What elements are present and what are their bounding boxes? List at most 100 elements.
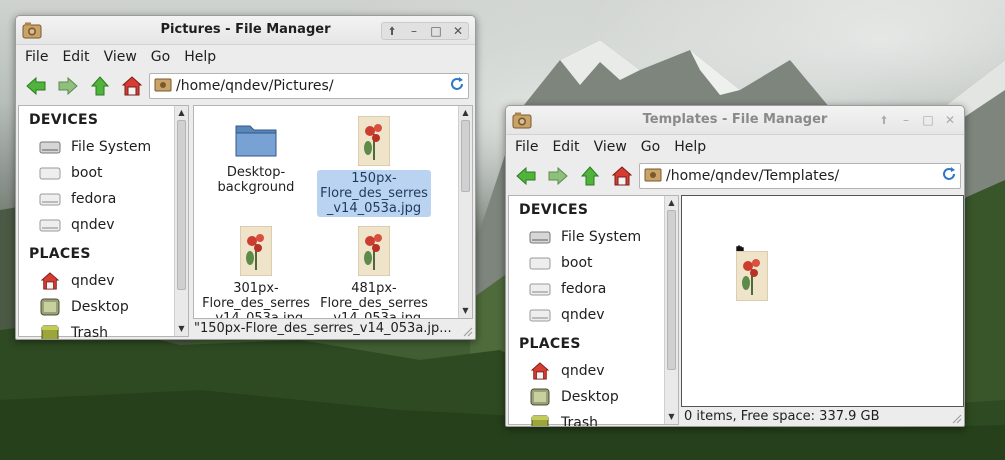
sidebar-item-home[interactable]: qndev: [529, 362, 605, 380]
minimize-button[interactable]: –: [406, 23, 422, 39]
maximize-button[interactable]: □: [428, 23, 444, 39]
sidebar-item-desktop[interactable]: Desktop: [529, 388, 619, 406]
sidebar-item-label: Desktop: [561, 389, 619, 405]
reload-icon[interactable]: [941, 166, 957, 186]
folder-icon: [644, 166, 662, 186]
menu-go[interactable]: Go: [634, 139, 667, 155]
home-button[interactable]: [119, 73, 145, 99]
sidebar-item-fedora[interactable]: fedora: [529, 280, 606, 298]
file-item-image[interactable]: 481px- Flore_des_serres _v14_053a.jpg: [316, 226, 432, 319]
location-path[interactable]: /home/qndev/Pictures/: [176, 78, 449, 94]
menu-view[interactable]: View: [587, 139, 634, 155]
back-icon: [26, 77, 46, 95]
menubar: File Edit View Go Help: [16, 45, 475, 69]
desktop-icon: [39, 298, 61, 316]
sidebar-item-fedora[interactable]: fedora: [39, 190, 116, 208]
back-button[interactable]: [23, 73, 49, 99]
sidebar-item-label: Trash: [71, 325, 108, 340]
home-icon: [122, 76, 142, 96]
sidebar-scrollbar[interactable]: ▲ ▼: [664, 196, 678, 424]
sidebar: DEVICES File System boot fedora qndev PL…: [18, 105, 189, 340]
sidebar-item-trash[interactable]: Trash: [39, 324, 108, 340]
shade-button[interactable]: 🠩: [876, 112, 892, 128]
file-name: 481px- Flore_des_serres _v14_053a.jpg: [320, 281, 428, 319]
shade-button[interactable]: 🠩: [384, 23, 400, 39]
file-view[interactable]: [681, 195, 964, 407]
sidebar-item-qndev-device[interactable]: qndev: [39, 216, 115, 234]
home-icon: [612, 166, 632, 186]
sidebar-item-label: boot: [71, 165, 103, 181]
pictures-window: Pictures - File Manager 🠩 – □ ✕ File Edi…: [15, 15, 476, 340]
location-bar[interactable]: /home/qndev/Templates/: [639, 163, 961, 189]
forward-button[interactable]: [545, 163, 571, 189]
sidebar-item-label: qndev: [561, 363, 605, 379]
titlebar[interactable]: Pictures - File Manager 🠩 – □ ✕: [16, 16, 475, 45]
sidebar-item-label: fedora: [561, 281, 607, 297]
scroll-down-arrow[interactable]: ▼: [665, 411, 678, 423]
file-name: 301px- Flore_des_serres _v14_053a.jpg: [202, 281, 310, 319]
status-text: 0 items, Free space: 337.9 GB: [684, 409, 880, 424]
scroll-down-arrow[interactable]: ▼: [459, 305, 472, 317]
location-path[interactable]: /home/qndev/Templates/: [666, 168, 941, 184]
sidebar-item-file-system[interactable]: File System: [529, 228, 641, 246]
home-button[interactable]: [609, 163, 635, 189]
drive-icon: [529, 280, 551, 298]
file-item-selected[interactable]: 150px- Flore_des_serres _v14_053a.jpg: [316, 116, 432, 217]
titlebar[interactable]: Templates - File Manager 🠩 – □ ✕: [506, 106, 964, 135]
menu-edit[interactable]: Edit: [545, 139, 586, 155]
scroll-thumb[interactable]: [667, 210, 676, 370]
maximize-button[interactable]: □: [920, 112, 936, 128]
file-item-folder[interactable]: Desktop- background: [198, 120, 314, 196]
menu-edit[interactable]: Edit: [55, 49, 96, 65]
close-button[interactable]: ✕: [942, 112, 958, 128]
file-view[interactable]: Desktop- background 150px- Flore_des_ser…: [193, 105, 473, 319]
devices-header: DEVICES: [29, 112, 99, 128]
forward-button[interactable]: [55, 73, 81, 99]
menu-file[interactable]: File: [508, 139, 545, 155]
sidebar-item-file-system[interactable]: File System: [39, 138, 151, 156]
sidebar-item-boot[interactable]: boot: [529, 254, 593, 272]
sidebar-scrollbar[interactable]: ▲ ▼: [174, 106, 188, 336]
menu-go[interactable]: Go: [144, 49, 177, 65]
places-header: PLACES: [519, 336, 581, 352]
drive-icon: [39, 216, 61, 234]
sidebar-item-label: fedora: [71, 191, 117, 207]
file-name: 150px- Flore_des_serres _v14_053a.jpg: [317, 170, 431, 217]
fileview-scrollbar[interactable]: ▲ ▼: [458, 106, 472, 318]
sidebar-item-label: Desktop: [71, 299, 129, 315]
scroll-up-arrow[interactable]: ▲: [459, 107, 472, 119]
sidebar-item-home[interactable]: qndev: [39, 272, 115, 290]
folder-icon: [235, 125, 277, 157]
trash-icon: [529, 414, 551, 426]
resize-grip-icon[interactable]: [461, 325, 473, 337]
scroll-thumb[interactable]: [177, 120, 186, 290]
forward-icon: [58, 77, 78, 95]
minimize-button[interactable]: –: [898, 112, 914, 128]
menu-help[interactable]: Help: [667, 139, 713, 155]
up-button[interactable]: [87, 73, 113, 99]
sidebar-item-desktop[interactable]: Desktop: [39, 298, 129, 316]
home-icon: [529, 362, 551, 380]
reload-icon[interactable]: [449, 76, 465, 96]
scroll-up-arrow[interactable]: ▲: [175, 107, 188, 119]
scroll-down-arrow[interactable]: ▼: [175, 323, 188, 335]
toolbar: /home/qndev/Templates/: [506, 159, 964, 193]
scroll-thumb[interactable]: [461, 120, 470, 192]
sidebar-item-boot[interactable]: boot: [39, 164, 103, 182]
sidebar-item-qndev-device[interactable]: qndev: [529, 306, 605, 324]
up-button[interactable]: [577, 163, 603, 189]
close-button[interactable]: ✕: [450, 23, 466, 39]
sidebar-item-label: File System: [561, 229, 642, 245]
drive-icon: [529, 228, 551, 246]
menu-file[interactable]: File: [18, 49, 55, 65]
file-item-image[interactable]: 301px- Flore_des_serres _v14_053a.jpg: [198, 226, 314, 319]
back-button[interactable]: [513, 163, 539, 189]
menu-help[interactable]: Help: [177, 49, 223, 65]
menu-view[interactable]: View: [97, 49, 144, 65]
file-name: Desktop- background: [217, 165, 295, 195]
scroll-up-arrow[interactable]: ▲: [665, 197, 678, 209]
sidebar-item-label: File System: [71, 139, 152, 155]
resize-grip-icon[interactable]: [950, 412, 962, 424]
location-bar[interactable]: /home/qndev/Pictures/: [149, 73, 469, 99]
sidebar-item-trash[interactable]: Trash: [529, 414, 598, 426]
